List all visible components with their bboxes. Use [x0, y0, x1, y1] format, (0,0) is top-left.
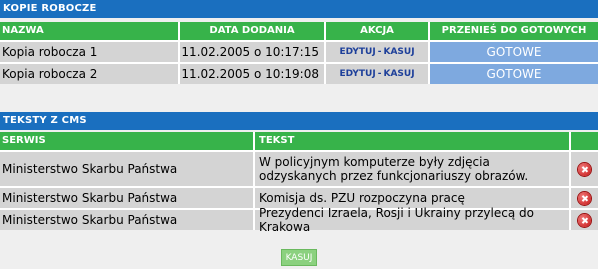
delete-cell	[571, 152, 598, 186]
column-header-name: NAZWA	[0, 22, 180, 40]
table-row: Ministerstwo Skarbu Państwa Prezydenci I…	[0, 206, 598, 234]
delete-cell	[571, 188, 598, 208]
drafts-section-title: KOPIE ROBOCZE	[0, 0, 598, 18]
cms-text: W policyjnym komputerze były zdjęcia odz…	[255, 152, 571, 186]
cms-header-row: SERWIS TEKST	[0, 132, 598, 150]
column-header-service: SERWIS	[0, 132, 255, 150]
mark-done-button[interactable]: GOTOWE	[430, 64, 598, 84]
column-header-text: TEKST	[255, 132, 571, 150]
column-header-blank	[571, 132, 598, 150]
cms-section: TEKSTY Z CMS SERWIS TEKST Ministerstwo S…	[0, 112, 598, 234]
cms-text: Komisja ds. PZU rozpoczyna pracę	[255, 188, 571, 208]
table-row: Ministerstwo Skarbu Państwa W policyjnym…	[0, 150, 598, 186]
drafts-header-row: NAZWA DATA DODANIA AKCJA PRZENIEŚ DO GOT…	[0, 22, 598, 40]
action-separator: -	[377, 69, 382, 79]
drafts-section: KOPIE ROBOCZE NAZWA DATA DODANIA AKCJA P…	[0, 0, 598, 84]
column-header-move: PRZENIEŚ DO GOTOWYCH	[430, 22, 598, 40]
cms-section-title: TEKSTY Z CMS	[0, 112, 598, 130]
delete-cell	[571, 210, 598, 230]
draft-date: 11.02.2005 o 10:17:15	[180, 42, 326, 62]
action-separator: -	[377, 47, 382, 57]
edit-link[interactable]: EDYTUJ	[339, 47, 375, 57]
table-row: Kopia robocza 2 11.02.2005 o 10:19:08 ED…	[0, 62, 598, 84]
table-row: Ministerstwo Skarbu Państwa Komisja ds. …	[0, 186, 598, 208]
delete-link[interactable]: KASUJ	[383, 47, 414, 57]
edit-link[interactable]: EDYTUJ	[339, 69, 375, 79]
draft-name: Kopia robocza 1	[0, 42, 180, 62]
delete-icon[interactable]	[578, 213, 591, 227]
column-header-date: DATA DODANIA	[180, 22, 326, 40]
delete-link[interactable]: KASUJ	[383, 69, 414, 79]
delete-selected-button[interactable]: KASUJ	[281, 249, 317, 266]
draft-actions: EDYTUJ - KASUJ	[326, 64, 430, 84]
draft-actions: EDYTUJ - KASUJ	[326, 42, 430, 62]
cms-service: Ministerstwo Skarbu Państwa	[0, 210, 255, 230]
cms-text: Prezydenci Izraela, Rosji i Ukrainy przy…	[255, 206, 571, 234]
column-header-action: AKCJA	[326, 22, 430, 40]
delete-icon[interactable]	[578, 191, 591, 205]
cms-service: Ministerstwo Skarbu Państwa	[0, 152, 255, 186]
draft-name: Kopia robocza 2	[0, 64, 180, 84]
mark-done-button[interactable]: GOTOWE	[430, 42, 598, 62]
table-row: Kopia robocza 1 11.02.2005 o 10:17:15 ED…	[0, 40, 598, 62]
draft-date: 11.02.2005 o 10:19:08	[180, 64, 326, 84]
cms-service: Ministerstwo Skarbu Państwa	[0, 188, 255, 208]
delete-icon[interactable]	[578, 162, 591, 176]
